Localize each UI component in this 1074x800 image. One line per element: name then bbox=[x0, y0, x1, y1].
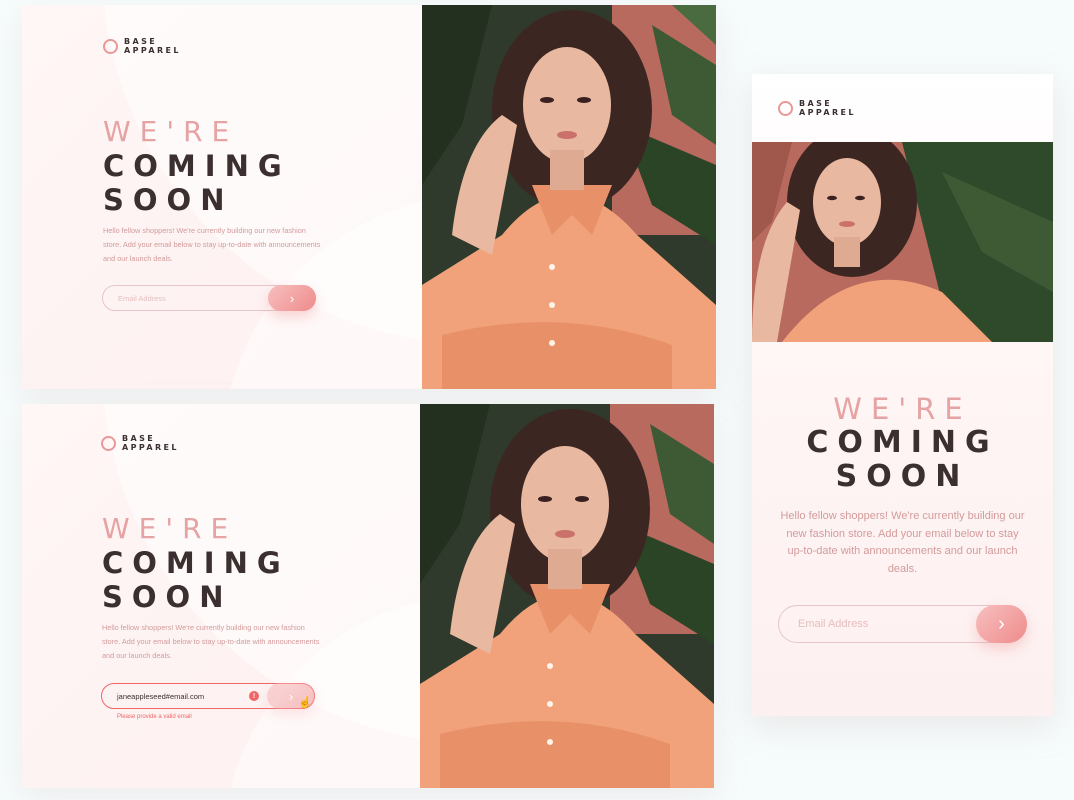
email-form-error: ! › ☝ bbox=[101, 683, 315, 709]
error-icon: ! bbox=[249, 691, 259, 701]
submit-button[interactable]: › bbox=[268, 285, 316, 311]
error-message: Please provide a valid email bbox=[117, 714, 192, 720]
headline-light: WE'RE bbox=[833, 392, 972, 426]
model-photo-image bbox=[752, 142, 1053, 342]
page-title: WE'RE COMING SOON bbox=[752, 392, 1053, 494]
desktop-frame-default: BASE APPAREL WE'RE COMING SOON Hello fel… bbox=[22, 5, 716, 389]
logo-ring-icon bbox=[778, 100, 793, 116]
model-photo-image bbox=[422, 5, 716, 389]
mobile-frame: BASE APPAREL WE'RE COMING SOON Hello fel… bbox=[752, 74, 1053, 716]
desktop-frame-error: BASE APPAREL WE'RE COMING SOON Hello fel… bbox=[22, 404, 714, 788]
description: Hello fellow shoppers! We're currently b… bbox=[780, 510, 1025, 575]
model-photo-image bbox=[420, 404, 714, 788]
chevron-right-icon: › bbox=[289, 290, 295, 306]
logo-text: BASE APPAREL bbox=[124, 37, 181, 55]
hero-photo-mobile bbox=[752, 142, 1053, 342]
description: Hello fellow shoppers! We're currently b… bbox=[103, 226, 321, 263]
chevron-right-icon: › bbox=[288, 688, 294, 704]
hero-panel-error: BASE APPAREL WE'RE COMING SOON Hello fel… bbox=[22, 404, 422, 788]
logo-text: BASE APPAREL bbox=[122, 434, 179, 452]
email-form: › bbox=[102, 285, 316, 311]
headline-light: WE'RE bbox=[102, 512, 238, 545]
headline-light: WE'RE bbox=[103, 115, 239, 148]
page-title: WE'RE COMING SOON bbox=[102, 512, 290, 614]
logo[interactable]: BASE APPAREL bbox=[778, 99, 856, 117]
headline-soon: SOON bbox=[103, 183, 234, 217]
logo[interactable]: BASE APPAREL bbox=[103, 37, 181, 55]
headline-coming: COMING bbox=[806, 425, 999, 460]
hero-panel: BASE APPAREL WE'RE COMING SOON Hello fel… bbox=[22, 5, 422, 389]
hero-photo bbox=[422, 5, 716, 389]
headline-soon: SOON bbox=[102, 580, 233, 614]
logo-ring-icon bbox=[101, 435, 116, 451]
headline-coming: COMING bbox=[102, 546, 290, 580]
logo-text: BASE APPAREL bbox=[799, 99, 856, 117]
headline-soon: SOON bbox=[835, 459, 970, 494]
pointer-cursor-icon: ☝ bbox=[298, 697, 312, 709]
headline-coming: COMING bbox=[103, 149, 291, 183]
description: Hello fellow shoppers! We're currently b… bbox=[102, 623, 320, 660]
logo[interactable]: BASE APPAREL bbox=[101, 434, 179, 452]
chevron-right-icon: › bbox=[998, 612, 1005, 635]
page-title: WE'RE COMING SOON bbox=[103, 115, 291, 217]
logo-ring-icon bbox=[103, 38, 118, 54]
submit-button[interactable]: › bbox=[976, 605, 1027, 643]
hero-photo bbox=[420, 404, 714, 788]
email-form: › bbox=[778, 605, 1027, 643]
